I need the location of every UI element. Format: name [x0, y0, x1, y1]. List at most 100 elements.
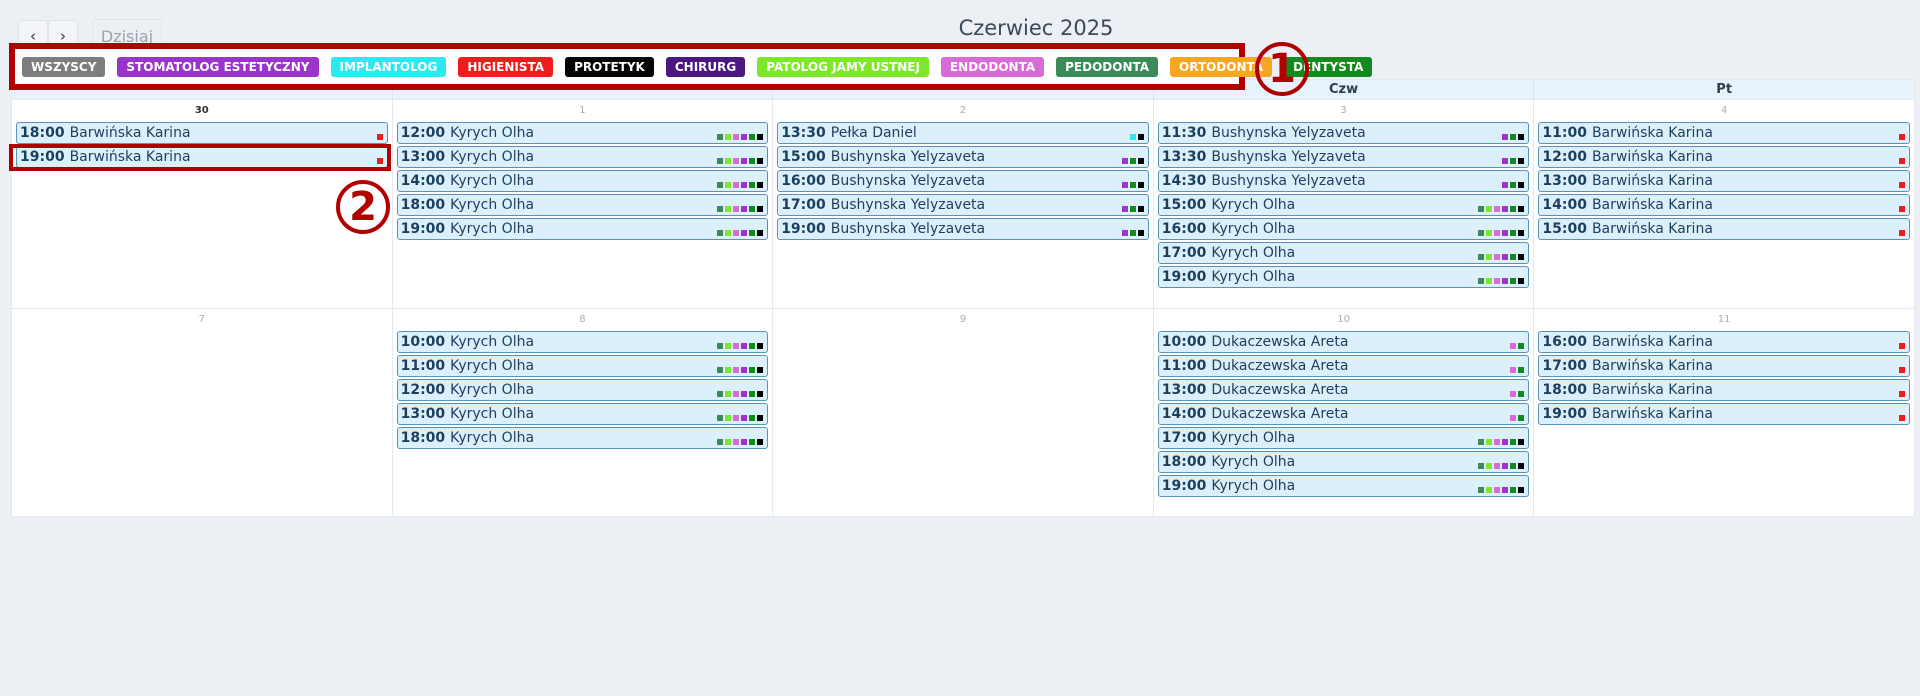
appointment-event[interactable]: 14:00 Barwińska Karina	[1538, 194, 1910, 216]
event-time: 13:30	[1161, 149, 1207, 165]
day-number: 11	[1717, 314, 1731, 325]
specialty-square-icon	[717, 206, 724, 212]
appointment-event[interactable]: 15:00 Barwińska Karina	[1538, 218, 1910, 240]
appointment-event[interactable]: 18:00 Kyrych Olha	[396, 194, 769, 216]
appointment-event[interactable]: 14:00 Dukaczewska Areta	[1157, 403, 1530, 425]
appointment-event[interactable]: 19:00 Barwińska Karina	[16, 146, 388, 168]
appointment-event[interactable]: 13:00 Kyrych Olha	[396, 403, 769, 425]
event-time: 14:00	[1542, 197, 1587, 213]
week-row: 7 8 10:00 Kyrych Olha 11:00 Kyrych Olha 12:00 K…	[12, 308, 1914, 517]
specialty-square-icon	[733, 391, 740, 397]
appointment-event[interactable]: 16:00 Kyrych Olha	[1157, 218, 1530, 240]
specialty-markers	[1510, 343, 1525, 349]
appointment-event[interactable]: 13:00 Barwińska Karina	[1538, 170, 1910, 192]
appointment-event[interactable]: 16:00 Bushynska Yelyzaveta	[777, 170, 1149, 192]
specialty-markers	[717, 134, 764, 140]
filter-chip-stomatolog-estetyczny[interactable]: STOMATOLOG ESTETYCZNY	[117, 56, 319, 77]
day-cell[interactable]: 2 13:30 Pełka Daniel 15:00 Bushynska Yelyzav…	[773, 100, 1154, 308]
appointment-event[interactable]: 13:30 Pełka Daniel	[777, 122, 1149, 144]
appointment-event[interactable]: 17:00 Bushynska Yelyzaveta	[777, 194, 1149, 216]
filter-chip-higienista[interactable]: HIGIENISTA	[458, 56, 554, 77]
specialty-square-icon	[1510, 391, 1517, 397]
appointment-event[interactable]: 19:00 Kyrych Olha	[1157, 475, 1530, 497]
event-doctor-name: Barwińska Karina	[1591, 358, 1713, 374]
event-doctor-name: Barwińska Karina	[1591, 173, 1713, 189]
appointment-event[interactable]: 17:00 Barwińska Karina	[1538, 355, 1910, 377]
event-time: 14:00	[400, 173, 446, 189]
appointment-event[interactable]: 14:30 Bushynska Yelyzaveta	[1157, 170, 1530, 192]
filter-chip-endodonta[interactable]: ENDODONTA	[940, 56, 1045, 77]
appointment-event[interactable]: 11:00 Dukaczewska Areta	[1157, 355, 1530, 377]
event-doctor-name: Bushynska Yelyzaveta	[830, 173, 986, 189]
appointment-event[interactable]: 13:00 Dukaczewska Areta	[1157, 379, 1530, 401]
appointment-event[interactable]: 10:00 Kyrych Olha	[396, 331, 769, 353]
appointment-event[interactable]: 11:00 Barwińska Karina	[1538, 122, 1910, 144]
appointment-event[interactable]: 11:00 Kyrych Olha	[396, 355, 769, 377]
event-doctor-name: Kyrych Olha	[1211, 269, 1296, 285]
appointment-event[interactable]: 16:00 Barwińska Karina	[1538, 331, 1910, 353]
appointment-event[interactable]: 18:00 Barwińska Karina	[16, 122, 388, 144]
specialty-square-icon	[1510, 230, 1517, 236]
appointment-event[interactable]: 18:00 Barwińska Karina	[1538, 379, 1910, 401]
appointment-event[interactable]: 12:00 Barwińska Karina	[1538, 146, 1910, 168]
appointment-event[interactable]: 15:00 Bushynska Yelyzaveta	[777, 146, 1149, 168]
day-cell[interactable]: 7	[12, 309, 393, 517]
event-doctor-name: Barwińska Karina	[69, 125, 191, 141]
appointment-event[interactable]: 17:00 Kyrych Olha	[1157, 242, 1530, 264]
filter-chip-pedodonta[interactable]: PEDODONTA	[1056, 56, 1159, 77]
day-cell[interactable]: 1 12:00 Kyrych Olha 13:00 Kyrych Olha 14:00 Ky…	[393, 100, 774, 308]
appointment-event[interactable]: 19:00 Kyrych Olha	[396, 218, 769, 240]
day-cell[interactable]: 9	[773, 309, 1154, 517]
filter-chip-chirurg[interactable]: CHIRURG	[665, 56, 746, 77]
specialty-markers	[1898, 134, 1905, 140]
specialty-markers	[1478, 206, 1525, 212]
day-cell[interactable]: 11 16:00 Barwińska Karina 17:00 Barwińska Ka…	[1534, 309, 1914, 517]
appointment-event[interactable]: 17:00 Kyrych Olha	[1157, 427, 1530, 449]
specialty-square-icon	[741, 182, 748, 188]
specialty-square-icon	[749, 134, 756, 140]
filter-chip-protetyk[interactable]: PROTETYK	[565, 56, 654, 77]
specialty-square-icon	[749, 439, 756, 445]
event-doctor-name: Kyrych Olha	[450, 406, 535, 422]
specialty-square-icon	[1494, 439, 1501, 445]
appointment-event[interactable]: 14:00 Kyrych Olha	[396, 170, 769, 192]
appointment-event[interactable]: 12:00 Kyrych Olha	[396, 122, 769, 144]
specialty-markers	[1478, 230, 1525, 236]
specialty-square-icon	[733, 158, 740, 164]
event-doctor-name: Barwińska Karina	[1591, 382, 1713, 398]
specialty-square-icon	[1129, 206, 1136, 212]
day-cell[interactable]: 10 10:00 Dukaczewska Areta 11:00 Dukaczewska…	[1154, 309, 1535, 517]
specialty-square-icon	[717, 158, 724, 164]
appointment-event[interactable]: 19:00 Kyrych Olha	[1157, 266, 1530, 288]
specialty-markers	[1478, 254, 1525, 260]
day-cell[interactable]: 8 10:00 Kyrych Olha 11:00 Kyrych Olha 12:00 Ky…	[393, 309, 774, 517]
event-doctor-name: Barwińska Karina	[1591, 334, 1713, 350]
specialty-square-icon	[1121, 206, 1128, 212]
specialty-square-icon	[1121, 182, 1128, 188]
appointment-event[interactable]: 13:00 Kyrych Olha	[396, 146, 769, 168]
filter-chip-implantolog[interactable]: IMPLANTOLOG	[330, 56, 447, 77]
appointment-event[interactable]: 13:30 Bushynska Yelyzaveta	[1157, 146, 1530, 168]
specialty-markers	[1510, 415, 1525, 421]
specialty-square-icon	[1137, 182, 1144, 188]
specialty-square-icon	[1502, 487, 1509, 493]
day-cell[interactable]: 3 11:30 Bushynska Yelyzaveta 13:30 Bushynska…	[1154, 100, 1535, 308]
appointment-event[interactable]: 15:00 Kyrych Olha	[1157, 194, 1530, 216]
appointment-event[interactable]: 11:30 Bushynska Yelyzaveta	[1157, 122, 1530, 144]
appointment-event[interactable]: 18:00 Kyrych Olha	[396, 427, 769, 449]
specialty-square-icon	[1510, 415, 1517, 421]
appointment-event[interactable]: 10:00 Dukaczewska Areta	[1157, 331, 1530, 353]
event-time: 18:00	[1542, 382, 1587, 398]
day-cell[interactable]: 4 11:00 Barwińska Karina 12:00 Barwińska Kar…	[1534, 100, 1914, 308]
appointment-event[interactable]: 12:00 Kyrych Olha	[396, 379, 769, 401]
specialty-square-icon	[1898, 367, 1905, 373]
event-time: 19:00	[1161, 478, 1207, 494]
event-time: 19:00	[781, 221, 826, 237]
appointment-event[interactable]: 18:00 Kyrych Olha	[1157, 451, 1530, 473]
event-doctor-name: Dukaczewska Areta	[1211, 406, 1349, 422]
filter-chip-wszyscy[interactable]: WSZYSCY	[22, 56, 106, 77]
annotation-marker-2: ② 2	[336, 180, 390, 234]
appointment-event[interactable]: 19:00 Barwińska Karina	[1538, 403, 1910, 425]
filter-chip-patolog-jamy-ustnej[interactable]: PATOLOG JAMY USTNEJ	[757, 56, 929, 77]
appointment-event[interactable]: 19:00 Bushynska Yelyzaveta	[777, 218, 1149, 240]
